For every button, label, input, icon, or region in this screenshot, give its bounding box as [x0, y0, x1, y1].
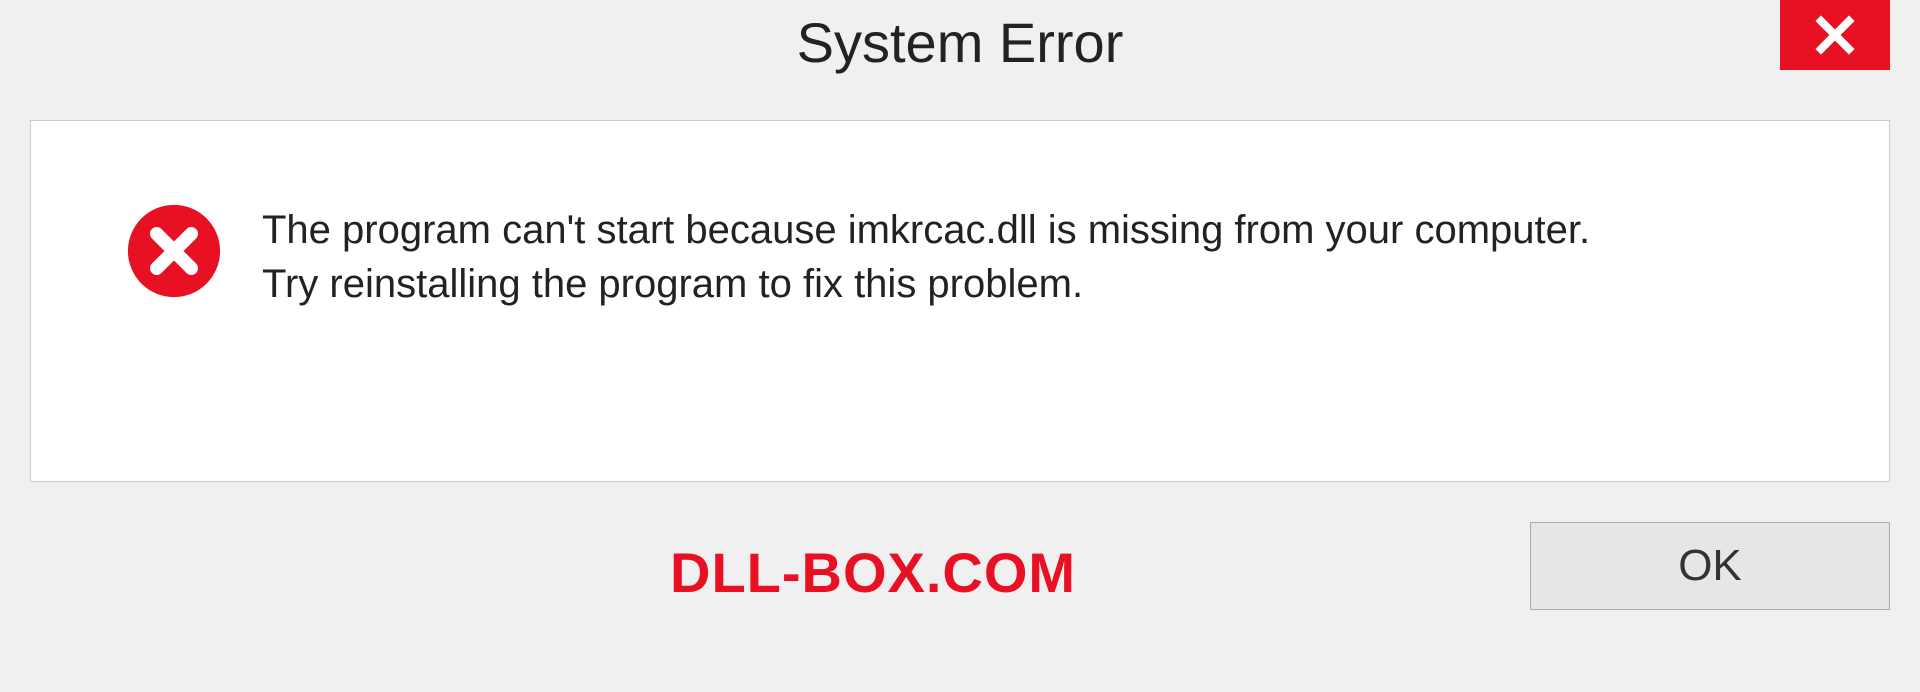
titlebar: System Error — [0, 0, 1920, 100]
error-icon — [126, 203, 222, 299]
message-line-1: The program can't start because imkrcac.… — [262, 203, 1590, 257]
dialog-title: System Error — [797, 10, 1124, 75]
ok-button[interactable]: OK — [1530, 522, 1890, 610]
close-icon — [1814, 14, 1856, 56]
message-line-2: Try reinstalling the program to fix this… — [262, 257, 1590, 311]
footer: DLL-BOX.COM OK — [30, 512, 1890, 652]
watermark-text: DLL-BOX.COM — [670, 540, 1076, 605]
content-panel: The program can't start because imkrcac.… — [30, 120, 1890, 482]
message-block: The program can't start because imkrcac.… — [262, 201, 1590, 311]
close-button[interactable] — [1780, 0, 1890, 70]
